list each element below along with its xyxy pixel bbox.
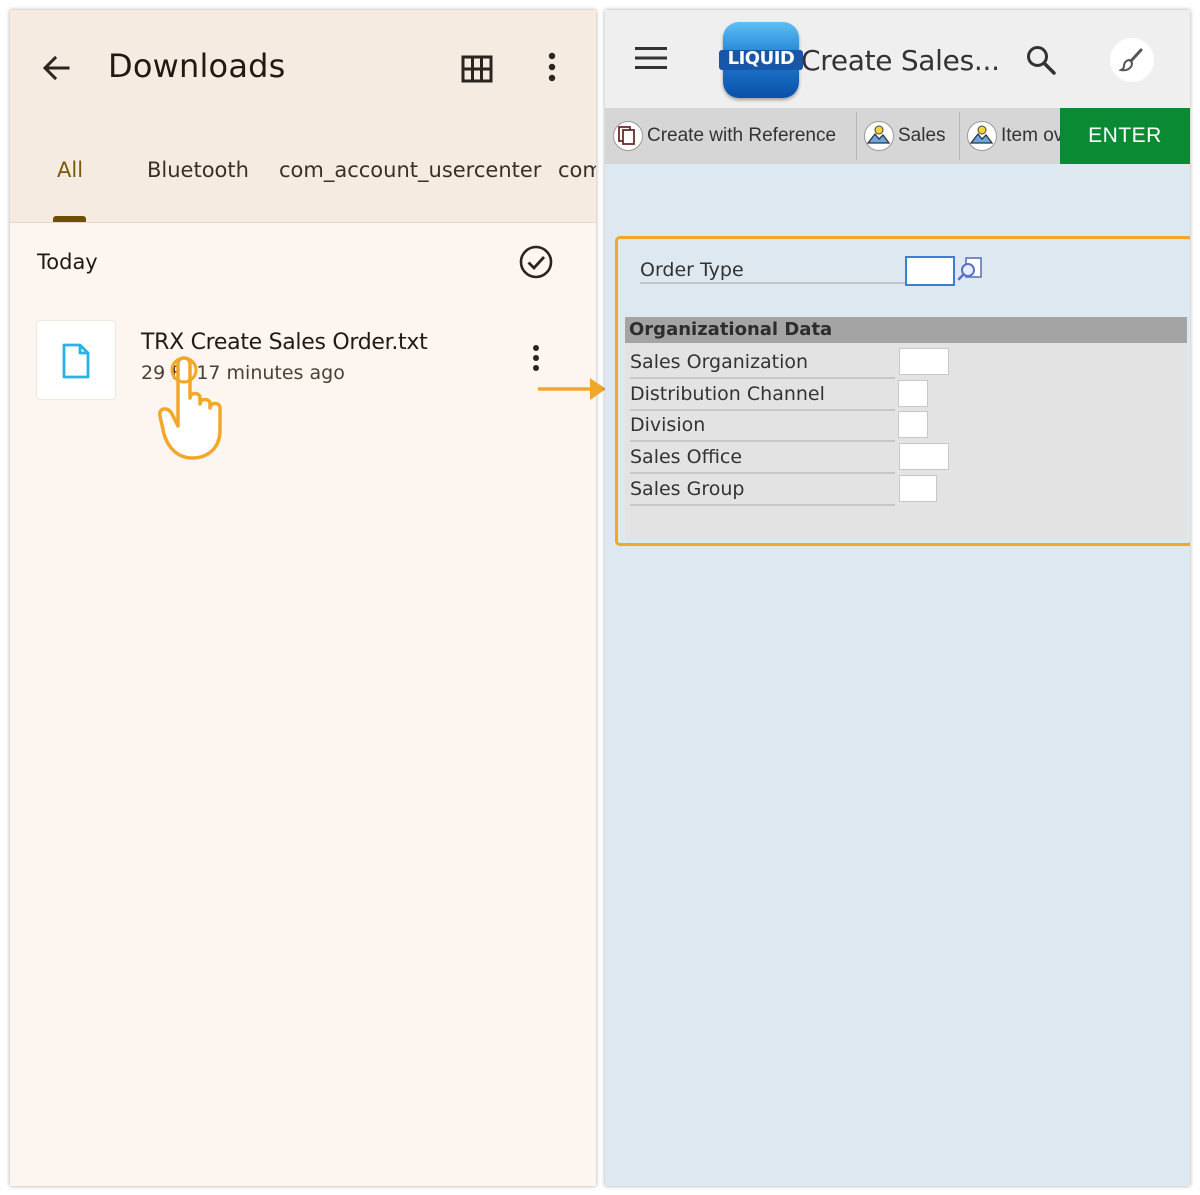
field-underline: [630, 440, 895, 442]
toolbar-divider: [959, 112, 960, 160]
liquid-ui-screen: LIQUID Create Sales... Create with Refer…: [605, 10, 1190, 1186]
check-circle-icon[interactable]: [518, 244, 554, 280]
form-row-sales-organization: Sales Organization: [625, 348, 1187, 379]
field-underline: [640, 282, 905, 284]
landscape-image-icon: [967, 121, 997, 151]
back-arrow-icon[interactable]: [40, 52, 72, 84]
search-icon[interactable]: [1025, 44, 1057, 76]
sales-office-input[interactable]: [899, 443, 949, 470]
form-row-distribution-channel: Distribution Channel: [625, 380, 1187, 411]
sales-button[interactable]: Sales: [864, 108, 954, 164]
arrow-right-icon: [538, 378, 606, 400]
tab-all[interactable]: All: [57, 158, 83, 182]
sales-group-label: Sales Group: [630, 478, 745, 500]
sales-label: Sales: [898, 125, 946, 146]
section-label-today: Today: [37, 250, 98, 274]
file-icon: [62, 343, 90, 379]
distribution-channel-input[interactable]: [898, 380, 928, 407]
file-name: TRX Create Sales Order.txt: [141, 330, 428, 355]
create-with-reference-button[interactable]: Create with Reference: [613, 108, 853, 164]
division-label: Division: [630, 414, 706, 436]
sales-group-input[interactable]: [899, 475, 937, 502]
filter-tabs: All Bluetooth com_account_usercenter com: [10, 158, 596, 204]
toolbar-divider: [856, 112, 857, 160]
sales-organization-label: Sales Organization: [630, 351, 809, 373]
active-tab-indicator: [53, 216, 86, 222]
create-with-reference-label: Create with Reference: [647, 125, 837, 146]
field-underline: [630, 472, 895, 474]
logo-text: LIQUID: [727, 48, 795, 69]
form-row-sales-office: Sales Office: [625, 443, 1187, 474]
paintbrush-icon: [1119, 48, 1143, 72]
distribution-channel-label: Distribution Channel: [630, 383, 825, 405]
screen-title: Create Sales...: [801, 44, 1000, 77]
sales-organization-input[interactable]: [899, 348, 949, 375]
tab-bluetooth[interactable]: Bluetooth: [147, 158, 249, 182]
file-more-icon[interactable]: [526, 340, 546, 376]
tab-com[interactable]: com: [558, 158, 596, 182]
section-header: Organizational Data: [625, 317, 1187, 343]
hamburger-menu-icon[interactable]: [635, 46, 667, 70]
tab-com-account-usercenter[interactable]: com_account_usercenter: [279, 158, 541, 182]
paintbrush-button[interactable]: [1110, 38, 1154, 82]
file-list-item[interactable]: TRX Create Sales Order.txt 29 B, 17 minu…: [36, 320, 576, 410]
field-underline: [630, 377, 895, 379]
lookup-search-icon[interactable]: [957, 255, 985, 283]
sales-office-label: Sales Office: [630, 446, 743, 468]
downloads-screen: Downloads All Bluetooth com_account_user…: [10, 10, 596, 1186]
page-title: Downloads: [108, 47, 286, 85]
order-type-label: Order Type: [640, 259, 744, 281]
field-underline: [630, 504, 895, 506]
more-vert-icon[interactable]: [540, 50, 564, 86]
copy-document-icon: [613, 121, 643, 151]
item-overview-button[interactable]: Item ov: [967, 108, 1060, 164]
grid-view-icon[interactable]: [460, 52, 494, 86]
landscape-image-icon: [864, 121, 894, 151]
form-row-sales-group: Sales Group: [625, 475, 1187, 506]
file-thumbnail: [36, 320, 116, 400]
highlighted-form-area: Order Type Organizational Data Sales Org…: [615, 236, 1190, 546]
file-meta: 29 B, 17 minutes ago: [141, 362, 345, 384]
enter-button[interactable]: ENTER: [1060, 108, 1190, 164]
item-overview-label: Item ov: [1001, 125, 1060, 146]
form-row-division: Division: [625, 411, 1187, 442]
order-type-input[interactable]: [905, 256, 955, 286]
liquid-header: LIQUID Create Sales...: [605, 10, 1190, 108]
liquid-logo: LIQUID: [719, 22, 803, 98]
division-input[interactable]: [898, 411, 928, 438]
downloads-app-bar: Downloads All Bluetooth com_account_user…: [10, 10, 596, 223]
organizational-data-section: Organizational Data Sales Organization D…: [625, 317, 1187, 540]
